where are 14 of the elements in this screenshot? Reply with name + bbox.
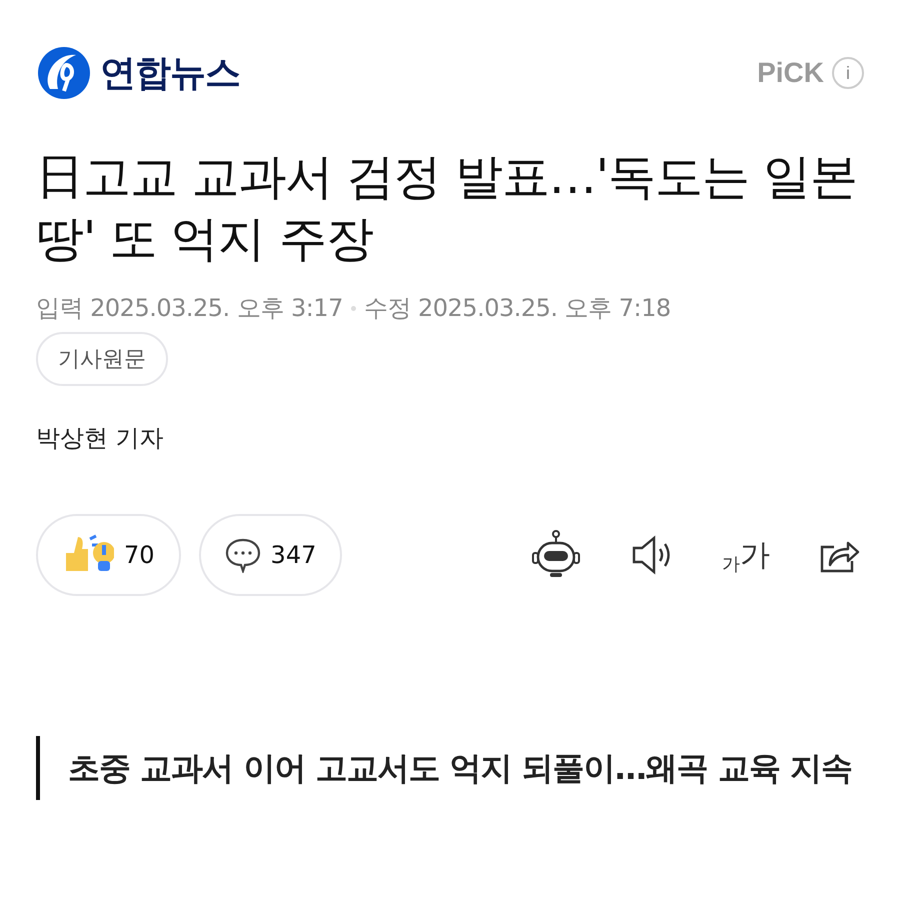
separator-dot bbox=[350, 306, 356, 310]
reaction-button[interactable]: 70 bbox=[36, 514, 181, 596]
logo-icon bbox=[36, 45, 92, 101]
headline: 日고교 교과서 검정 발표…'독도는 일본땅' 또 억지 주장 bbox=[36, 148, 858, 269]
published-date: 입력 2025.03.25. 오후 3:17 bbox=[36, 293, 343, 324]
byline: 박상현 기자 bbox=[36, 423, 165, 454]
speech-bubble-icon bbox=[224, 537, 261, 573]
pick-label: PiCK bbox=[757, 57, 824, 89]
comment-button[interactable]: 347 bbox=[198, 514, 342, 596]
modified-date: 수정 2025.03.25. 오후 7:18 bbox=[364, 293, 671, 324]
info-button[interactable]: i bbox=[832, 57, 864, 89]
subheading: 초중 교과서 이어 고교서도 억지 되풀이…왜곡 교육 지속 bbox=[68, 748, 853, 789]
brand-name: 연합뉴스 bbox=[100, 52, 240, 96]
original-article-button[interactable]: 기사원문 bbox=[36, 332, 168, 386]
